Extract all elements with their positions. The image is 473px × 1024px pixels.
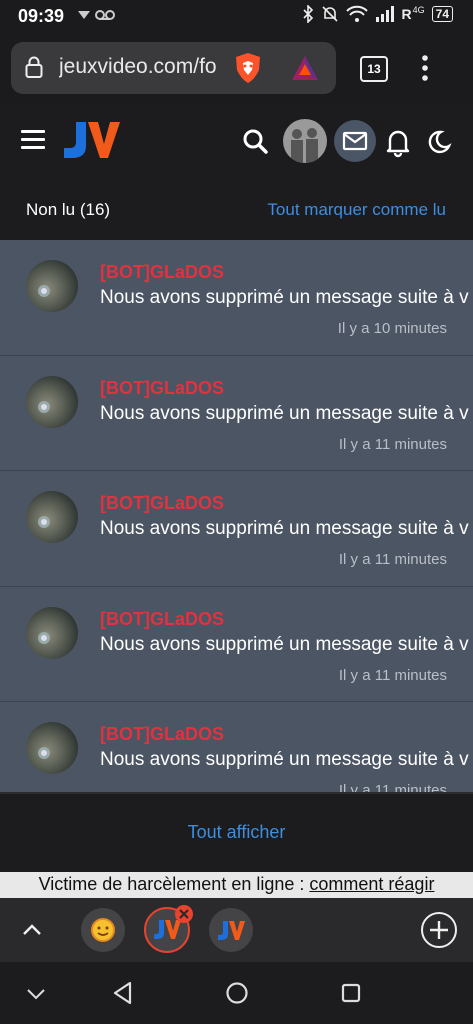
tab-jv[interactable]	[209, 908, 253, 952]
bluetooth-icon	[302, 5, 313, 23]
status-time: 09:39	[18, 6, 65, 26]
show-all-area: Tout afficher	[0, 792, 473, 874]
recents-icon[interactable]	[338, 980, 364, 1006]
search-icon[interactable]	[238, 124, 274, 160]
notification-item[interactable]: [BOT]GLaDOS Nous avons supprimé un messa…	[0, 356, 473, 471]
notification-item[interactable]: [BOT]GLaDOS Nous avons supprimé un messa…	[0, 702, 473, 792]
author-name: [BOT]GLaDOS	[100, 724, 224, 744]
smiley-icon	[91, 918, 115, 942]
url-text[interactable]: jeuxvideo.com/fo	[59, 55, 229, 79]
notification-item[interactable]: [BOT]GLaDOS Nous avons supprimé un messa…	[0, 240, 473, 356]
back-icon[interactable]	[110, 980, 136, 1006]
jv-tab-icon	[218, 921, 245, 940]
unread-count-label: Non lu (16)	[26, 200, 111, 219]
author-avatar	[26, 491, 78, 543]
author-name: [BOT]GLaDOS	[100, 377, 224, 398]
voicemail-icon	[78, 10, 115, 20]
chevron-down-icon[interactable]	[24, 982, 48, 1006]
hamburger-menu-icon[interactable]	[21, 130, 45, 150]
new-tab-plus-icon[interactable]	[419, 910, 459, 950]
tabs-count-button[interactable]: 13	[360, 56, 388, 82]
envelope-icon	[342, 131, 368, 151]
notification-message: Nous avons supprimé un message suite à v	[100, 749, 469, 770]
address-bar[interactable]: jeuxvideo.com/fo	[11, 42, 336, 94]
author-name: [BOT]GLaDOS	[100, 608, 224, 629]
notification-item[interactable]: [BOT]GLaDOS Nous avons supprimé un messa…	[0, 471, 473, 587]
signal-icon	[375, 6, 394, 22]
notifications-bell-icon[interactable]	[380, 124, 416, 160]
brave-shields-icon[interactable]	[233, 52, 263, 84]
user-avatar[interactable]	[283, 119, 327, 163]
author-avatar	[26, 375, 78, 428]
notifications-list: [BOT]GLaDOS Nous avons supprimé un messa…	[0, 240, 473, 792]
system-nav-bar	[0, 962, 473, 1024]
mark-all-read-link[interactable]: Tout marquer comme lu	[267, 200, 446, 220]
wifi-icon	[345, 5, 368, 22]
notification-message: Nous avons supprimé un message suite à v	[100, 287, 469, 308]
browser-tab-strip	[0, 898, 473, 962]
author-avatar	[26, 606, 78, 659]
show-all-link[interactable]: Tout afficher	[0, 822, 473, 843]
author-name: [BOT]GLaDOS	[100, 262, 224, 282]
notification-time: Il y a 11 minutes	[338, 782, 447, 792]
home-icon[interactable]	[224, 980, 250, 1006]
notification-message: Nous avons supprimé un message suite à v	[100, 402, 469, 424]
overflow-menu-icon[interactable]	[418, 54, 432, 82]
harassment-banner: Victime de harcèlement en ligne : commen…	[0, 872, 473, 898]
harassment-text: Victime de harcèlement en ligne :	[38, 874, 310, 894]
author-avatar	[26, 722, 78, 774]
dark-mode-moon-icon[interactable]	[421, 124, 457, 160]
close-tab-icon[interactable]	[174, 904, 194, 924]
wifi-voicemail-icons	[76, 8, 116, 25]
mute-bell-icon	[321, 6, 338, 22]
author-name: [BOT]GLaDOS	[100, 493, 224, 513]
browser-toolbar: jeuxvideo.com/fo 13	[0, 32, 473, 102]
network-type: 4G	[412, 5, 425, 15]
tab-emoji[interactable]	[81, 908, 125, 952]
notification-message: Nous avons supprimé un message suite à v	[100, 518, 469, 539]
lock-icon	[25, 56, 43, 78]
messages-button[interactable]	[334, 120, 376, 162]
avatar-people-icon	[291, 128, 318, 163]
chevron-up-icon[interactable]	[20, 918, 44, 942]
notifications-header: Non lu (16) Tout marquer comme lu	[0, 182, 473, 240]
status-right: R 4G 74	[302, 5, 453, 23]
notification-time: Il y a 11 minutes	[338, 666, 447, 684]
author-avatar	[26, 260, 78, 312]
status-bar: 09:39 R 4G 74	[0, 0, 473, 32]
jv-logo[interactable]	[62, 116, 120, 164]
notification-time: Il y a 11 minutes	[338, 551, 447, 568]
notification-message: Nous avons supprimé un message suite à v	[100, 633, 469, 655]
notification-item[interactable]: [BOT]GLaDOS Nous avons supprimé un messa…	[0, 587, 473, 702]
bat-rewards-icon[interactable]	[290, 54, 320, 82]
battery-icon: 74	[431, 6, 453, 22]
network-label: R	[401, 6, 412, 22]
harassment-link[interactable]: comment réagir	[309, 874, 434, 894]
site-header	[0, 102, 473, 182]
notification-time: Il y a 10 minutes	[337, 320, 447, 337]
notification-time: Il y a 11 minutes	[338, 435, 447, 453]
